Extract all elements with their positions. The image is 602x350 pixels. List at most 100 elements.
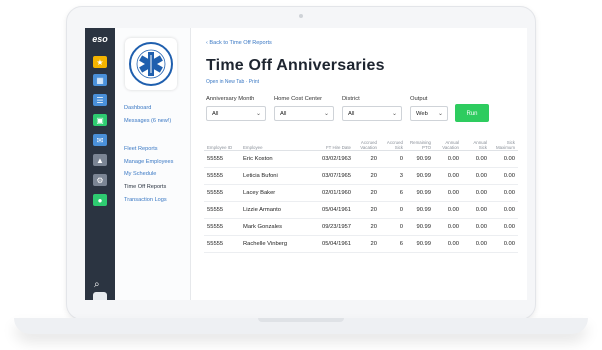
table-cell: 0.00	[434, 235, 462, 253]
gear-icon[interactable]: ⚙	[93, 174, 107, 186]
ems-logo	[125, 38, 177, 90]
table-cell: 20	[354, 150, 380, 168]
col-accrued-sick: Accrued Sick	[380, 135, 406, 151]
table-cell: 0	[380, 218, 406, 236]
col-annual-vacation: Annual Vacation	[434, 135, 462, 151]
table-cell: 55555	[204, 167, 240, 185]
search-icon[interactable]: ⌕	[94, 279, 100, 290]
table-cell: 05/04/1961	[310, 235, 354, 253]
run-button[interactable]: Run	[455, 104, 489, 122]
table-cell: 90.99	[406, 150, 434, 168]
table-cell: 3	[380, 167, 406, 185]
camera-dot	[299, 14, 303, 18]
menu-link-manage-employees[interactable]: Manage Employees	[124, 159, 173, 165]
table-cell: Rachelle Vinberg	[240, 235, 310, 253]
table-row[interactable]: 55555 Lacey Baker 02/01/1960 20 6 90.99 0.00 0.…	[204, 184, 518, 202]
person-icon[interactable]: ●	[93, 194, 107, 206]
table-cell: 09/23/1957	[310, 218, 354, 236]
anniversary-month-label: Anniversary Month	[206, 96, 255, 102]
home-cost-center-select[interactable]: All ⌄	[274, 106, 334, 121]
table-cell: 0.00	[490, 218, 518, 236]
chevron-down-icon: ⌄	[437, 111, 443, 117]
table-cell: Eric Koston	[240, 150, 310, 168]
star-icon[interactable]: ★	[93, 56, 107, 68]
table-cell: 90.99	[406, 218, 434, 236]
chevron-down-icon: ⌄	[255, 111, 261, 117]
table-row[interactable]: 55555 Leticia Bufoni 03/07/1965 20 3 90.99 0.0…	[204, 167, 518, 185]
table-cell: Mark Gonzales	[240, 218, 310, 236]
table-cell: 0.00	[462, 218, 490, 236]
table-cell: 0.00	[490, 167, 518, 185]
table-cell: 0.00	[462, 150, 490, 168]
district-label: District	[342, 96, 360, 102]
brand-logo: eso	[92, 34, 108, 44]
output-label: Output	[410, 96, 428, 102]
col-annual-sick: Annual Sick	[462, 135, 490, 151]
table-cell: 0.00	[462, 235, 490, 253]
table-cell: 90.99	[406, 235, 434, 253]
table-cell: 02/01/1960	[310, 184, 354, 202]
app-screen: eso ★ ▦ ☰ ▣ ✉ ▲ ⚙ ● ⌕ Dashboard Messages…	[85, 28, 527, 300]
table-cell: 55555	[204, 218, 240, 236]
table-cell: 55555	[204, 235, 240, 253]
home-cost-center-label: Home Cost Center	[274, 96, 323, 102]
anniversary-month-select[interactable]: All ⌄	[206, 106, 266, 121]
col-accrued-vacation: Accrued Vacation	[354, 135, 380, 151]
table-cell: 0.00	[462, 167, 490, 185]
menu-link-dashboard[interactable]: Dashboard	[124, 105, 151, 111]
table-cell: 0.00	[434, 201, 462, 219]
table-row[interactable]: 55555 Eric Koston 03/02/1963 20 0 90.99 0.00 0.…	[204, 150, 518, 168]
icon-rail: eso ★ ▦ ☰ ▣ ✉ ▲ ⚙ ● ⌕	[85, 28, 115, 300]
table-cell: Lacey Baker	[240, 184, 310, 202]
menu-link-transaction-logs[interactable]: Transaction Logs	[124, 197, 167, 203]
anniversaries-table: Employee ID Employee FT Hire Date Accrue…	[204, 135, 518, 253]
table-cell: 90.99	[406, 167, 434, 185]
star-of-life-icon	[129, 42, 173, 86]
mail-icon[interactable]: ✉	[93, 134, 107, 146]
table-cell: 6	[380, 184, 406, 202]
table-row[interactable]: 55555 Rachelle Vinberg 05/04/1961 20 6 90.99 0…	[204, 235, 518, 253]
table-cell: 55555	[204, 184, 240, 202]
table-cell: 0	[380, 201, 406, 219]
table-cell: 20	[354, 218, 380, 236]
table-cell: 90.99	[406, 201, 434, 219]
page-title: Time Off Anniversaries	[206, 57, 385, 74]
table-cell: 0	[380, 150, 406, 168]
checklist-icon[interactable]: ☰	[93, 94, 107, 106]
table-cell: 03/07/1965	[310, 167, 354, 185]
menu-link-messages[interactable]: Messages (6 new!)	[124, 118, 171, 124]
table-cell: 0.00	[490, 150, 518, 168]
menu-link-fleet-reports[interactable]: Fleet Reports	[124, 146, 158, 152]
table-cell: 0.00	[434, 167, 462, 185]
table-cell: 55555	[204, 201, 240, 219]
col-employee-id: Employee ID	[204, 135, 240, 151]
district-select[interactable]: All ⌄	[342, 106, 402, 121]
table-cell: 0.00	[490, 201, 518, 219]
back-link[interactable]: ‹ Back to Time Off Reports	[206, 40, 272, 46]
chevron-down-icon: ⌄	[391, 111, 397, 117]
table-cell: 0.00	[434, 218, 462, 236]
menu-link-my-schedule[interactable]: My Schedule	[124, 171, 156, 177]
table-cell: 20	[354, 201, 380, 219]
home-cost-center-value: All	[280, 111, 287, 117]
menu-link-time-off-reports[interactable]: Time Off Reports	[124, 184, 166, 190]
table-header-row: Employee ID Employee FT Hire Date Accrue…	[204, 135, 518, 151]
grid-icon[interactable]: ▦	[93, 74, 107, 86]
table-cell: Leticia Bufoni	[240, 167, 310, 185]
contact-card-icon[interactable]: ▣	[93, 114, 107, 126]
table-cell: 6	[380, 235, 406, 253]
avatar[interactable]	[93, 292, 107, 300]
table-cell: 03/02/1963	[310, 150, 354, 168]
page-actions[interactable]: Open in New Tab · Print	[206, 79, 259, 85]
table-cell: Lizzie Armanto	[240, 201, 310, 219]
warning-icon[interactable]: ▲	[93, 154, 107, 166]
col-sick-maximum: Sick Maximum	[490, 135, 518, 151]
col-ft-hire-date: FT Hire Date	[310, 135, 354, 151]
table-row[interactable]: 55555 Mark Gonzales 09/23/1957 20 0 90.99 0.00…	[204, 218, 518, 236]
table-cell: 0.00	[490, 184, 518, 202]
output-select[interactable]: Web ⌄	[410, 106, 448, 121]
table-cell: 55555	[204, 150, 240, 168]
table-cell: 90.99	[406, 184, 434, 202]
table-row[interactable]: 55555 Lizzie Armanto 05/04/1961 20 0 90.99 0.0…	[204, 201, 518, 219]
table-cell: 20	[354, 167, 380, 185]
